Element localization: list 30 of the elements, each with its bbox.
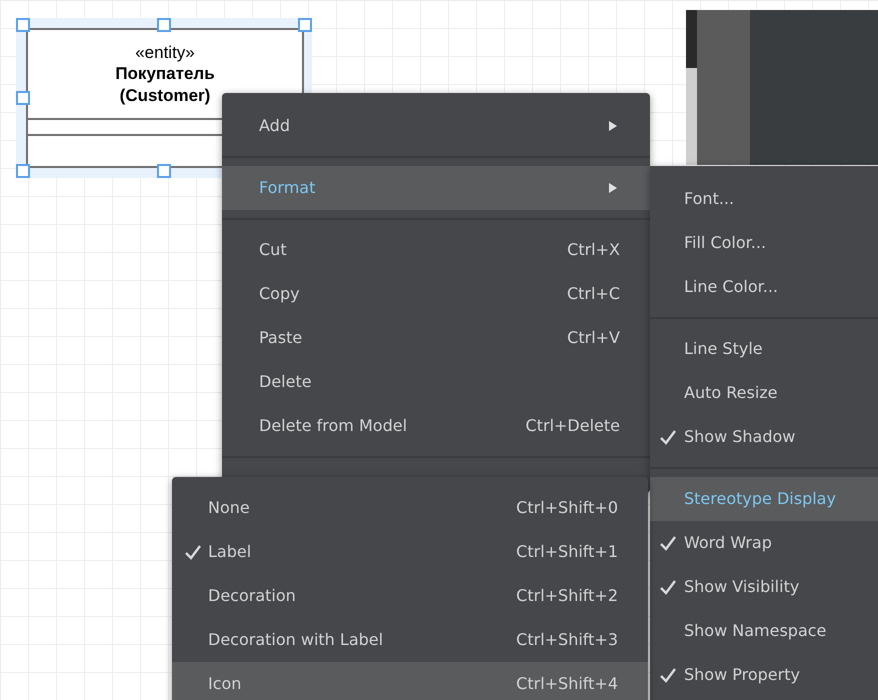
menu-item[interactable]: None Ctrl+Shift+0 — [172, 486, 648, 530]
menu-item[interactable]: Label Ctrl+Shift+1 — [172, 530, 648, 574]
menu-item[interactable]: Font... — [650, 177, 878, 221]
resize-handle[interactable] — [16, 164, 30, 178]
stereotype-label: «entity» — [135, 42, 195, 64]
menu-item[interactable]: Word Wrap — [650, 521, 878, 565]
menu-item[interactable]: Line Style — [650, 327, 878, 371]
class-name: Покупатель (Customer) — [115, 63, 215, 106]
menu-item[interactable]: Copy Ctrl+C — [222, 272, 650, 316]
menu-item[interactable]: Delete from Model Ctrl+Delete — [222, 404, 650, 448]
resize-handle[interactable] — [16, 91, 30, 105]
menu-item[interactable]: Decoration Ctrl+Shift+2 — [172, 574, 648, 618]
menu-item[interactable]: Auto Resize — [650, 371, 878, 415]
menu-item[interactable]: Line Color... — [650, 265, 878, 309]
resize-handle[interactable] — [16, 18, 30, 32]
menu-item[interactable]: Stereotype Display — [650, 477, 878, 521]
menu-item[interactable]: Show Shadow — [650, 415, 878, 459]
menu-item[interactable]: Show Property — [650, 653, 878, 697]
menu-item[interactable]: Icon Ctrl+Shift+4 — [172, 662, 648, 700]
menu-item[interactable]: Show Visibility — [650, 565, 878, 609]
menu-item[interactable]: Fill Color... — [650, 221, 878, 265]
menu-item[interactable]: Show Namespace — [650, 609, 878, 653]
menu-item[interactable]: Delete — [222, 360, 650, 404]
menu-item[interactable]: Paste Ctrl+V — [222, 316, 650, 360]
resize-handle[interactable] — [157, 18, 171, 32]
menu-item[interactable]: Format — [222, 166, 650, 210]
resize-handle[interactable] — [157, 164, 171, 178]
menu-item[interactable]: Decoration with Label Ctrl+Shift+3 — [172, 618, 648, 662]
resize-handle[interactable] — [298, 18, 312, 32]
menu-item[interactable]: Cut Ctrl+X — [222, 228, 650, 272]
